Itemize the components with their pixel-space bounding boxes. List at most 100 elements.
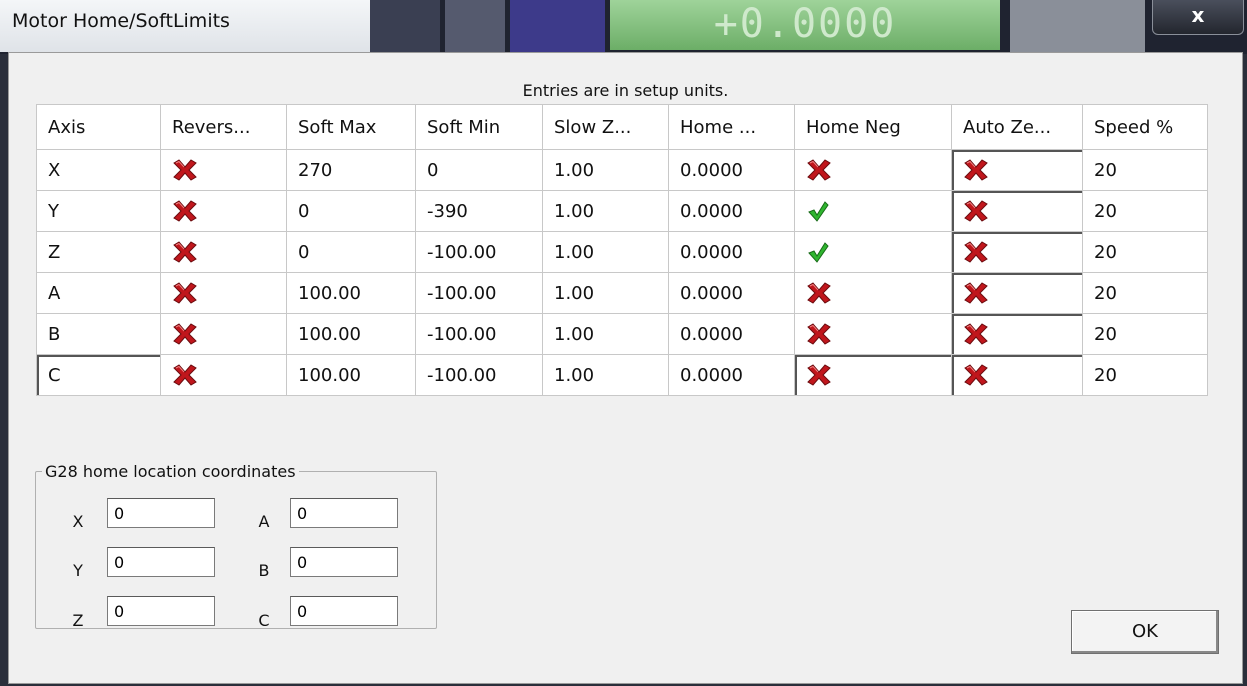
soft-min-cell[interactable]: -100.00 — [415, 354, 543, 396]
column-header-soft-max[interactable]: Soft Max — [286, 104, 416, 150]
home-offset-cell[interactable]: 0.0000 — [668, 272, 795, 314]
axis-cell[interactable]: B — [36, 313, 161, 355]
red-x-icon[interactable] — [172, 159, 198, 181]
home-offset-cell[interactable]: 0.0000 — [668, 313, 795, 355]
close-button[interactable]: x — [1152, 0, 1244, 35]
home-neg-cell[interactable] — [794, 231, 952, 273]
red-x-icon[interactable] — [963, 282, 989, 304]
table-row: X 270 0 1.00 0.0000 20 — [36, 149, 1208, 191]
g28-y-label: Y — [73, 561, 83, 580]
column-header-reversed[interactable]: Revers... — [160, 104, 287, 150]
column-header-home-neg[interactable]: Home Neg — [794, 104, 952, 150]
soft-min-cell[interactable]: 0 — [415, 149, 543, 191]
home-offset-cell[interactable]: 0.0000 — [668, 231, 795, 273]
auto-zero-cell[interactable] — [951, 190, 1083, 232]
g28-b-input[interactable] — [290, 547, 398, 577]
home-offset-cell[interactable]: 0.0000 — [668, 149, 795, 191]
axis-cell[interactable]: C — [36, 354, 161, 396]
slow-zone-cell[interactable]: 1.00 — [542, 313, 669, 355]
axis-cell[interactable]: X — [36, 149, 161, 191]
soft-min-cell[interactable]: -100.00 — [415, 231, 543, 273]
auto-zero-cell[interactable] — [951, 149, 1083, 191]
auto-zero-cell[interactable] — [951, 313, 1083, 355]
home-neg-cell[interactable] — [794, 272, 952, 314]
home-neg-cell[interactable] — [794, 313, 952, 355]
axis-cell[interactable]: Z — [36, 231, 161, 273]
reversed-cell[interactable] — [160, 354, 287, 396]
home-neg-cell[interactable] — [794, 190, 952, 232]
reversed-cell[interactable] — [160, 272, 287, 314]
column-header-home-offset[interactable]: Home ... — [668, 104, 795, 150]
column-header-auto-zero[interactable]: Auto Ze... — [951, 104, 1083, 150]
home-offset-cell[interactable]: 0.0000 — [668, 190, 795, 232]
slow-zone-cell[interactable]: 1.00 — [542, 272, 669, 314]
slow-zone-cell[interactable]: 1.00 — [542, 149, 669, 191]
g28-a-label: A — [258, 512, 270, 531]
soft-max-cell[interactable]: 100.00 — [286, 354, 416, 396]
g28-x-input[interactable] — [107, 498, 215, 528]
soft-min-cell[interactable]: -100.00 — [415, 313, 543, 355]
g28-z-label: Z — [72, 611, 84, 630]
red-x-icon[interactable] — [806, 364, 832, 386]
g28-c-input[interactable] — [290, 596, 398, 626]
slow-zone-cell[interactable]: 1.00 — [542, 231, 669, 273]
table-row: Y 0 -390 1.00 0.0000 20 — [36, 190, 1208, 232]
reversed-cell[interactable] — [160, 149, 287, 191]
red-x-icon[interactable] — [963, 323, 989, 345]
red-x-icon[interactable] — [963, 241, 989, 263]
window-title: Motor Home/SoftLimits — [12, 10, 230, 32]
column-header-speed[interactable]: Speed % — [1082, 104, 1208, 150]
home-neg-cell[interactable] — [794, 149, 952, 191]
green-check-icon[interactable] — [806, 241, 830, 263]
ok-button[interactable]: OK — [1071, 610, 1219, 654]
g28-a-input[interactable] — [290, 498, 398, 528]
green-check-icon[interactable] — [806, 200, 830, 222]
red-x-icon[interactable] — [963, 159, 989, 181]
g28-y-input[interactable] — [107, 547, 215, 577]
axis-cell[interactable]: Y — [36, 190, 161, 232]
red-x-icon[interactable] — [172, 282, 198, 304]
dialog-client-area: Entries are in setup units. Axis Revers.… — [8, 52, 1243, 684]
column-header-slow-zone[interactable]: Slow Z... — [542, 104, 669, 150]
table-row: C 100.00 -100.00 1.00 0.0000 20 — [36, 354, 1208, 396]
column-header-soft-min[interactable]: Soft Min — [415, 104, 543, 150]
soft-max-cell[interactable]: 100.00 — [286, 272, 416, 314]
axis-cell[interactable]: A — [36, 272, 161, 314]
slow-zone-cell[interactable]: 1.00 — [542, 354, 669, 396]
speed-cell[interactable]: 20 — [1082, 149, 1208, 191]
soft-max-cell[interactable]: 0 — [286, 190, 416, 232]
home-neg-cell[interactable] — [794, 354, 952, 396]
column-header-axis[interactable]: Axis — [36, 104, 161, 150]
red-x-icon[interactable] — [172, 364, 198, 386]
home-offset-cell[interactable]: 0.0000 — [668, 354, 795, 396]
g28-z-input[interactable] — [107, 596, 215, 626]
speed-cell[interactable]: 20 — [1082, 231, 1208, 273]
red-x-icon[interactable] — [806, 323, 832, 345]
speed-cell[interactable]: 20 — [1082, 272, 1208, 314]
title-bar[interactable]: Motor Home/SoftLimits x — [0, 0, 1247, 52]
auto-zero-cell[interactable] — [951, 231, 1083, 273]
reversed-cell[interactable] — [160, 313, 287, 355]
soft-min-cell[interactable]: -390 — [415, 190, 543, 232]
auto-zero-cell[interactable] — [951, 354, 1083, 396]
soft-max-cell[interactable]: 0 — [286, 231, 416, 273]
reversed-cell[interactable] — [160, 231, 287, 273]
table-row: B 100.00 -100.00 1.00 0.0000 20 — [36, 313, 1208, 355]
red-x-icon[interactable] — [172, 323, 198, 345]
red-x-icon[interactable] — [172, 241, 198, 263]
auto-zero-cell[interactable] — [951, 272, 1083, 314]
soft-max-cell[interactable]: 100.00 — [286, 313, 416, 355]
speed-cell[interactable]: 20 — [1082, 354, 1208, 396]
red-x-icon[interactable] — [963, 364, 989, 386]
speed-cell[interactable]: 20 — [1082, 190, 1208, 232]
soft-min-cell[interactable]: -100.00 — [415, 272, 543, 314]
red-x-icon[interactable] — [806, 159, 832, 181]
slow-zone-cell[interactable]: 1.00 — [542, 190, 669, 232]
red-x-icon[interactable] — [806, 282, 832, 304]
soft-max-cell[interactable]: 270 — [286, 149, 416, 191]
speed-cell[interactable]: 20 — [1082, 313, 1208, 355]
red-x-icon[interactable] — [963, 200, 989, 222]
reversed-cell[interactable] — [160, 190, 287, 232]
title-area: Motor Home/SoftLimits — [0, 0, 370, 52]
red-x-icon[interactable] — [172, 200, 198, 222]
